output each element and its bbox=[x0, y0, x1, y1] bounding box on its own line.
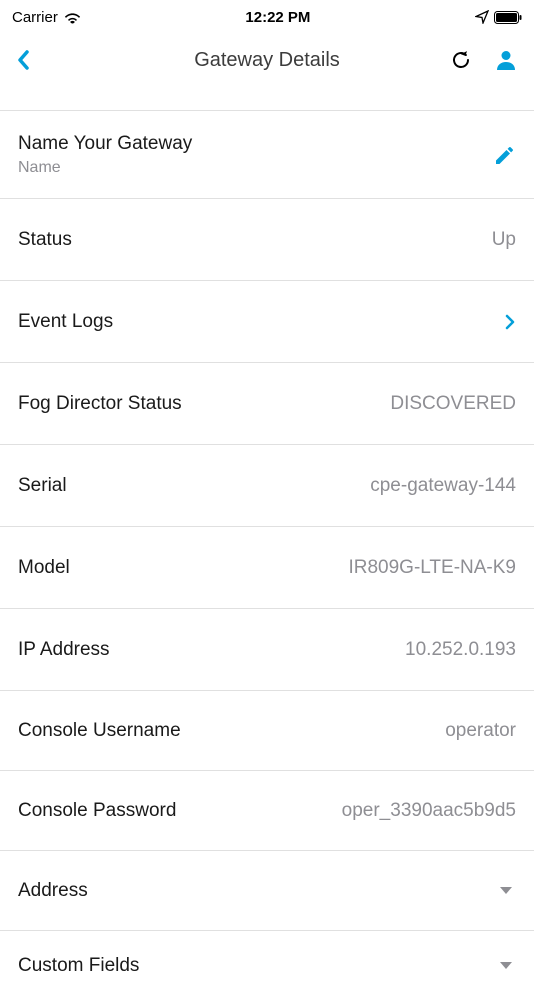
back-button[interactable] bbox=[16, 48, 32, 72]
edit-icon[interactable] bbox=[494, 144, 516, 166]
refresh-button[interactable] bbox=[450, 49, 472, 71]
triangle-down-icon bbox=[500, 887, 512, 894]
status-left: Carrier bbox=[12, 9, 81, 26]
carrier-label: Carrier bbox=[12, 9, 58, 26]
row-address[interactable]: Address bbox=[0, 850, 534, 930]
serial-value: cpe-gateway-144 bbox=[370, 475, 516, 497]
status-bar: Carrier 12:22 PM bbox=[0, 0, 534, 30]
row-console-pass: Console Password oper_3390aac5b9d5 bbox=[0, 770, 534, 850]
row-gateway-name[interactable]: Name Your Gateway Name bbox=[0, 110, 534, 198]
profile-button[interactable] bbox=[494, 48, 518, 72]
console-user-label: Console Username bbox=[18, 720, 181, 742]
location-icon bbox=[475, 10, 489, 24]
custom-fields-label: Custom Fields bbox=[18, 955, 139, 977]
status-label: Status bbox=[18, 229, 72, 251]
console-user-value: operator bbox=[445, 720, 516, 742]
page-title: Gateway Details bbox=[194, 49, 340, 72]
fog-value: DISCOVERED bbox=[390, 393, 516, 415]
model-value: IR809G-LTE-NA-K9 bbox=[348, 557, 516, 579]
console-pass-value: oper_3390aac5b9d5 bbox=[342, 800, 516, 822]
status-right bbox=[475, 10, 522, 24]
row-fog-director: Fog Director Status DISCOVERED bbox=[0, 362, 534, 444]
row-ip: IP Address 10.252.0.193 bbox=[0, 608, 534, 690]
event-logs-label: Event Logs bbox=[18, 311, 113, 333]
status-value: Up bbox=[492, 229, 516, 251]
row-serial: Serial cpe-gateway-144 bbox=[0, 444, 534, 526]
ip-value: 10.252.0.193 bbox=[405, 639, 516, 661]
triangle-down-icon bbox=[500, 962, 512, 969]
row-event-logs[interactable]: Event Logs bbox=[0, 280, 534, 362]
gateway-name-label: Name Your Gateway bbox=[18, 133, 192, 155]
fog-label: Fog Director Status bbox=[18, 393, 182, 415]
row-status: Status Up bbox=[0, 198, 534, 280]
row-custom-fields[interactable]: Custom Fields bbox=[0, 930, 534, 1000]
model-label: Model bbox=[18, 557, 70, 579]
clock: 12:22 PM bbox=[245, 9, 310, 26]
serial-label: Serial bbox=[18, 475, 67, 497]
battery-icon bbox=[494, 11, 522, 24]
gateway-name-value: Name bbox=[18, 159, 192, 177]
wifi-icon bbox=[64, 11, 81, 24]
address-label: Address bbox=[18, 880, 88, 902]
chevron-right-icon bbox=[504, 313, 516, 331]
ip-label: IP Address bbox=[18, 639, 110, 661]
row-console-user: Console Username operator bbox=[0, 690, 534, 770]
console-pass-label: Console Password bbox=[18, 800, 176, 822]
nav-bar: Gateway Details bbox=[0, 30, 534, 94]
row-model: Model IR809G-LTE-NA-K9 bbox=[0, 526, 534, 608]
nav-actions bbox=[450, 48, 518, 72]
